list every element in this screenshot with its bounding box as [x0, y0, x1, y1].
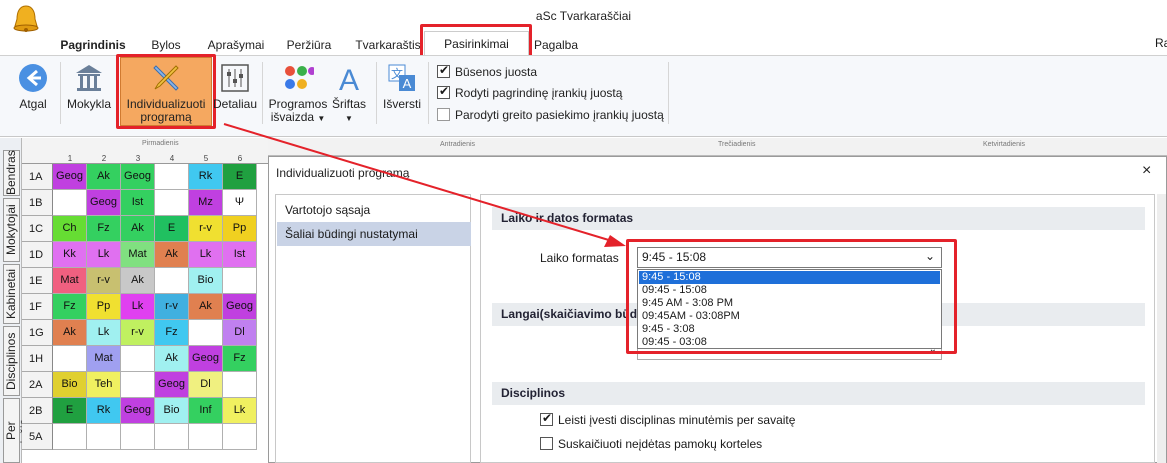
annotation-arrow — [223, 123, 626, 247]
